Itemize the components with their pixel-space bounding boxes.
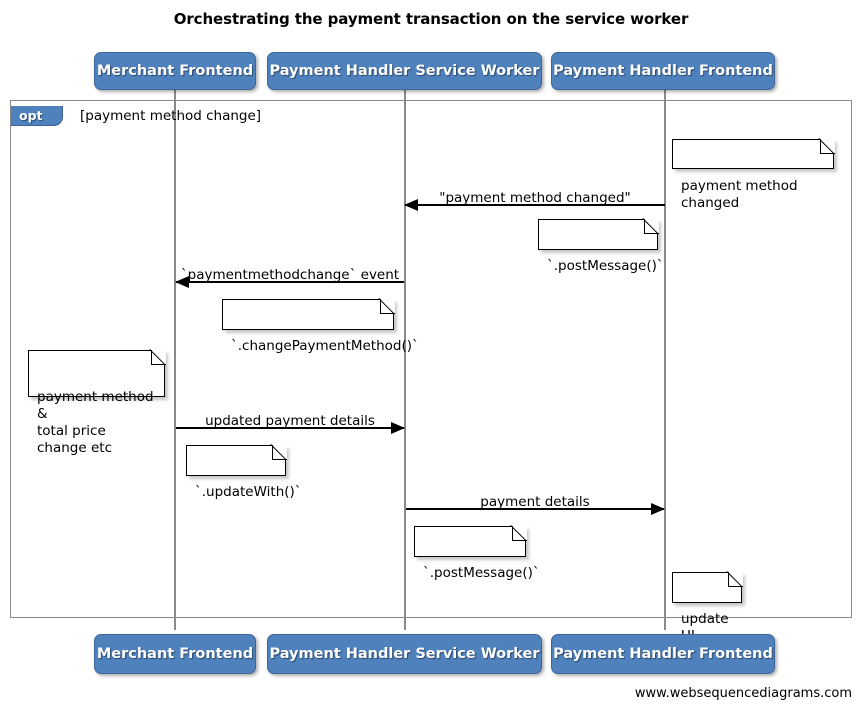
participant-payment-handler-frontend-top[interactable]: Payment Handler Frontend — [551, 52, 775, 90]
participant-payment-handler-service-worker-bottom[interactable]: Payment Handler Service Worker — [267, 634, 542, 674]
participant-payment-handler-frontend-bottom[interactable]: Payment Handler Frontend — [551, 634, 775, 674]
opt-fragment-condition: [payment method change] — [80, 108, 262, 124]
arrowhead-right-updated-payment-details — [391, 422, 405, 434]
note-fold-icon — [511, 524, 527, 541]
message-line-paymentmethodchange-event — [176, 281, 404, 283]
note-payment-method-changed: payment method changed — [672, 137, 835, 211]
participant-label: Merchant Frontend — [96, 63, 254, 79]
note-post-message-1: `.postMessage()` — [538, 217, 664, 274]
note-text: `.updateWith()` — [195, 484, 302, 500]
note-update-ui: update UI — [672, 570, 743, 644]
note-change-payment-method: `.changePaymentMethod()` — [222, 297, 419, 354]
arrowhead-right-payment-details — [651, 503, 665, 515]
message-line-payment-details — [406, 508, 664, 510]
note-text: `.changePaymentMethod()` — [231, 338, 419, 354]
participant-label: Payment Handler Service Worker — [269, 63, 540, 79]
note-fold-icon — [150, 348, 166, 365]
note-fold-icon — [379, 297, 395, 314]
participant-merchant-frontend-top[interactable]: Merchant Frontend — [94, 52, 256, 90]
note-payment-method-total-price: payment method & total price change etc — [28, 348, 166, 456]
note-text: `.postMessage()` — [423, 565, 540, 581]
participant-merchant-frontend-bottom[interactable]: Merchant Frontend — [94, 634, 256, 674]
participant-payment-handler-service-worker-top[interactable]: Payment Handler Service Worker — [267, 52, 542, 90]
participant-label: Merchant Frontend — [96, 646, 254, 662]
participant-label: Payment Handler Frontend — [553, 63, 773, 79]
arrowhead-left-payment-method-changed — [404, 199, 418, 211]
arrowhead-left-paymentmethodchange-event — [175, 276, 189, 288]
sequence-diagram-canvas: Orchestrating the payment transaction on… — [0, 0, 862, 710]
message-line-updated-payment-details — [176, 427, 404, 429]
note-fold-icon — [271, 443, 287, 460]
participant-label: Payment Handler Service Worker — [269, 646, 540, 662]
participant-label: Payment Handler Frontend — [553, 646, 773, 662]
note-update-with: `.updateWith()` — [186, 443, 302, 500]
message-line-payment-method-changed — [405, 204, 665, 206]
opt-fragment-tag: opt — [11, 106, 63, 126]
note-text: `.postMessage()` — [547, 258, 664, 274]
note-fold-icon — [819, 137, 835, 154]
note-post-message-2: `.postMessage()` — [414, 524, 540, 581]
note-fold-icon — [727, 570, 743, 587]
diagram-title: Orchestrating the payment transaction on… — [173, 10, 689, 28]
note-fold-icon — [643, 217, 659, 234]
diagram-footer-link[interactable]: www.websequencediagrams.com — [635, 686, 852, 701]
